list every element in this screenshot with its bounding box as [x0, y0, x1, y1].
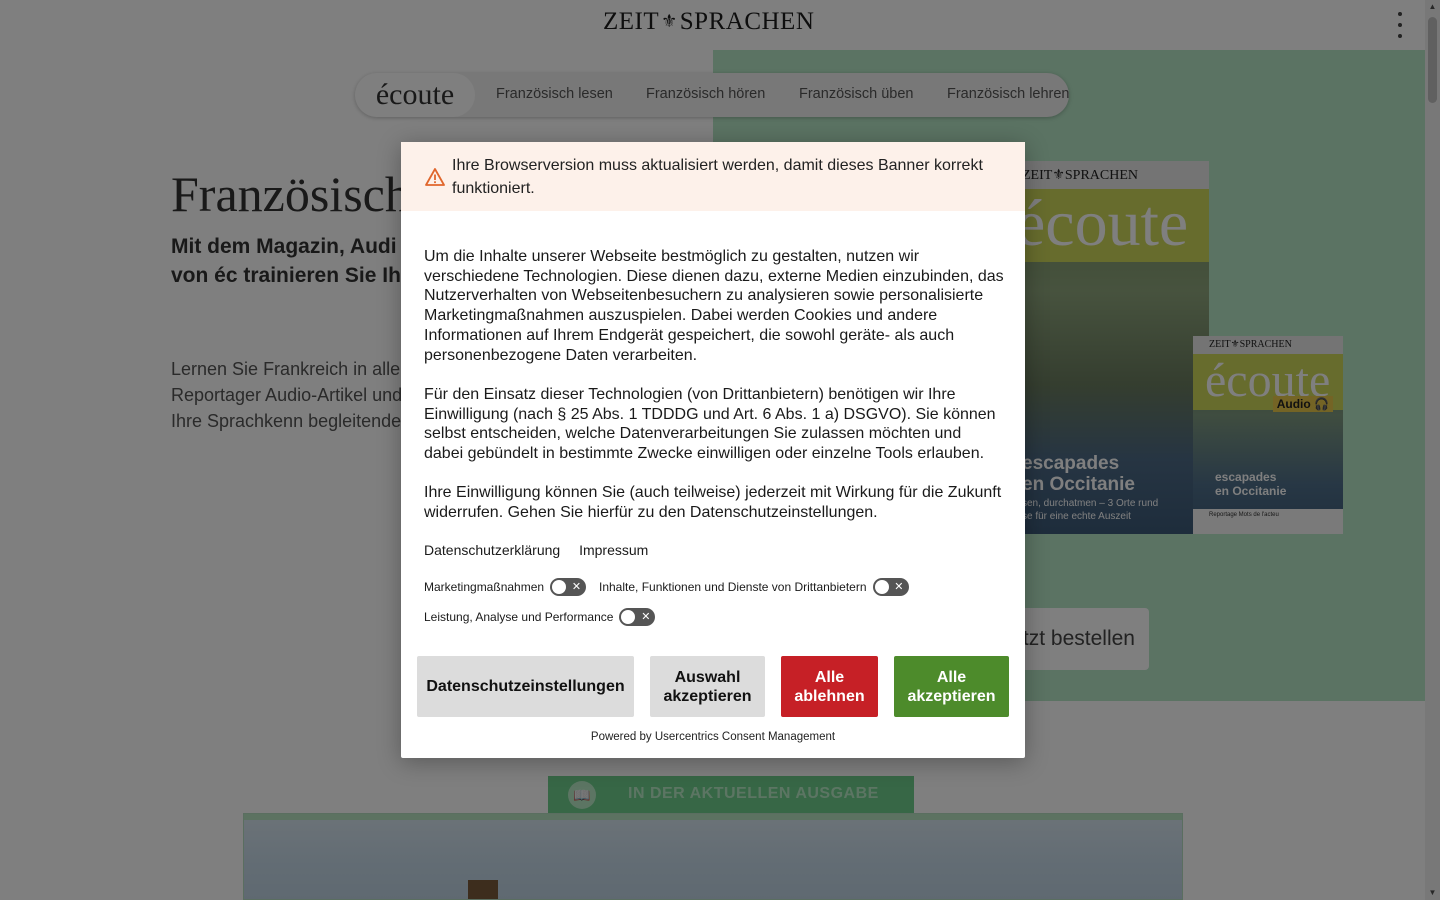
toggle-off-icon: ✕	[571, 581, 582, 593]
consent-paragraph-1: Um die Inhalte unserer Webseite bestmögl…	[424, 248, 1004, 364]
toggle-performance[interactable]: ✕	[619, 608, 656, 626]
toggle-label-performance: Leistung, Analyse und Performance	[424, 610, 614, 624]
toggle-third-party[interactable]: ✕	[872, 578, 909, 596]
toggle-row-marketing: Marketingmaßnahmen ✕	[424, 578, 587, 596]
accept-selection-button[interactable]: Auswahl akzeptieren	[650, 656, 765, 717]
toggle-label-marketing: Marketingmaßnahmen	[424, 580, 545, 594]
consent-paragraph-2: Für den Einsatz dieser Technologien (von…	[424, 386, 996, 463]
consent-paragraph-3: Ihre Einwilligung können Sie (auch teilw…	[424, 484, 1002, 521]
privacy-settings-button[interactable]: Datenschutzeinstellungen	[417, 656, 634, 717]
privacy-policy-link[interactable]: Datenschutzerklärung	[424, 542, 560, 558]
imprint-link[interactable]: Impressum	[579, 542, 648, 558]
toggle-row-performance: Leistung, Analyse und Performance ✕	[424, 608, 656, 626]
warning-triangle-icon	[425, 168, 445, 186]
toggle-off-icon: ✕	[894, 581, 904, 593]
toggle-label-third-party: Inhalte, Funktionen und Dienste von Drit…	[599, 580, 867, 594]
toggle-marketing[interactable]: ✕	[550, 578, 587, 596]
consent-dialog: Ihre Browserversion muss aktualisiert we…	[401, 142, 1025, 758]
deny-all-button[interactable]: Alle ablehnen	[781, 656, 878, 717]
browser-warning-text: Ihre Browserversion muss aktualisiert we…	[452, 157, 983, 197]
consent-links: Datenschutzerklärung Impressum	[424, 542, 663, 558]
browser-warning-banner: Ihre Browserversion muss aktualisiert we…	[401, 142, 1025, 211]
toggle-off-icon: ✕	[641, 611, 651, 623]
accept-all-button[interactable]: Alle akzeptieren	[894, 656, 1009, 717]
powered-by-text: Powered by Usercentrics Consent Manageme…	[590, 731, 836, 743]
toggle-row-third-party: Inhalte, Funktionen und Dienste von Drit…	[599, 578, 909, 596]
